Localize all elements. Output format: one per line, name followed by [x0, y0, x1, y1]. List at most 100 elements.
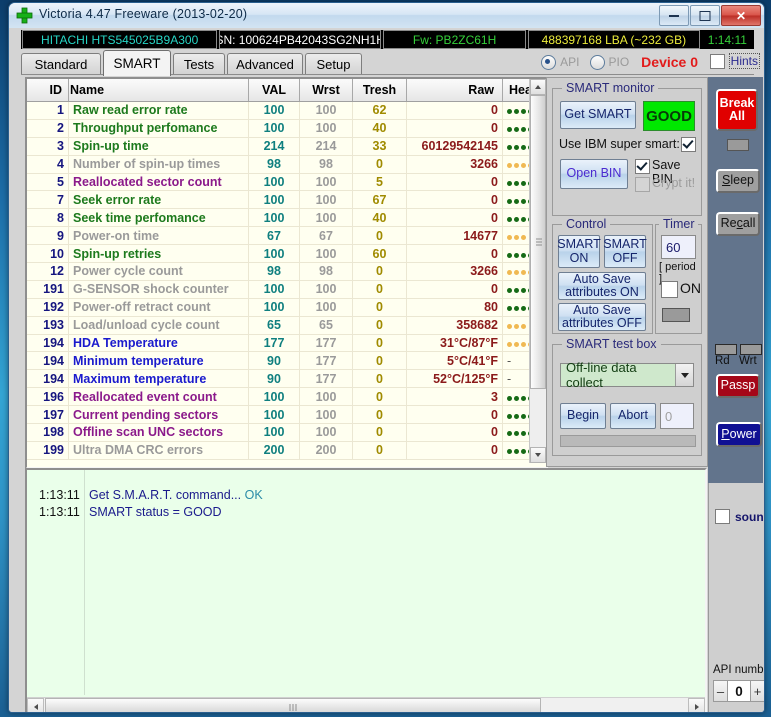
scroll-down-arrow-icon[interactable] [530, 447, 546, 463]
attribute-name: Number of spin-up times [68, 155, 249, 174]
table-row[interactable]: 2 Throughput perfomance 100 100 40 0 [27, 119, 566, 138]
table-row[interactable]: 198 Offline scan UNC sectors 100 100 0 0 [27, 423, 566, 442]
api-number-stepper[interactable]: – 0 + [713, 680, 764, 702]
test-type-select[interactable]: Off-line data collect [560, 360, 694, 390]
scrollbar-thumb[interactable] [530, 95, 546, 389]
smart-on-button[interactable]: SMART ON [557, 235, 601, 268]
attribute-worst: 98 [299, 262, 353, 281]
table-row[interactable]: 191 G-SENSOR shock counter 100 100 0 0 [27, 280, 566, 299]
attribute-name: Current pending sectors [68, 405, 249, 425]
attribute-id: 10 [27, 244, 69, 264]
timer-on-checkbox[interactable] [661, 281, 678, 298]
get-smart-button[interactable]: Get SMART [560, 101, 636, 129]
hints-label[interactable]: Hints [728, 53, 760, 69]
minimize-button[interactable] [659, 5, 689, 26]
health-dot-icon [521, 395, 526, 401]
table-row[interactable]: 3 Spin-up time 214 214 33 60129542145 [27, 137, 566, 156]
close-button[interactable]: ✕ [721, 5, 761, 26]
table-row[interactable]: 1 Raw read error rate 100 100 62 0 [27, 101, 566, 120]
api-number-decrement[interactable]: – [713, 680, 728, 702]
table-row[interactable]: 194 HDA Temperature 177 177 0 31°C/87°F [27, 334, 566, 353]
control-group-label: Control [562, 217, 611, 231]
table-row[interactable]: 197 Current pending sectors 100 100 0 0 [27, 405, 566, 425]
autosave-attributes-on-button[interactable]: Auto Save attributes ON [558, 272, 646, 300]
scroll-up-arrow-icon[interactable] [530, 79, 546, 95]
save-bin-checkbox[interactable] [635, 159, 650, 174]
log-panel[interactable]: 1:13:11 Get S.M.A.R.T. command... OK 1:1… [25, 468, 707, 712]
smart-monitor-group-label: SMART monitor [562, 81, 659, 95]
attribute-value: 100 [248, 387, 300, 407]
table-row[interactable]: 5 Reallocated sector count 100 100 5 0 [27, 173, 566, 192]
timer-indicator [662, 308, 690, 322]
attribute-id: 197 [27, 405, 69, 425]
table-row[interactable]: 12 Power cycle count 98 98 0 3266 [27, 262, 566, 281]
api-number-increment[interactable]: + [750, 680, 764, 702]
table-row[interactable]: 8 Seek time perfomance 100 100 40 0 [27, 208, 566, 228]
attribute-name: Power cycle count [68, 262, 249, 281]
tab-setup[interactable]: Setup [305, 53, 362, 75]
sound-checkbox[interactable] [715, 509, 730, 524]
attribute-id: 1 [27, 101, 69, 120]
tab-smart[interactable]: SMART [103, 50, 171, 76]
window-client-area: HITACHI HTS545025B9A300 SN: 100624PB4204… [9, 28, 764, 712]
attribute-worst: 177 [299, 369, 353, 389]
table-vertical-scrollbar[interactable] [529, 79, 546, 463]
health-dot-icon [521, 163, 526, 169]
column-header-raw[interactable]: Raw [406, 79, 503, 102]
maximize-button[interactable] [690, 5, 720, 26]
recall-button[interactable]: Recall [716, 212, 760, 236]
smart-off-button[interactable]: SMART OFF [603, 235, 647, 268]
abort-button[interactable]: Abort [610, 403, 656, 429]
begin-button[interactable]: Begin [560, 403, 606, 429]
column-header-tresh[interactable]: Tresh [352, 79, 407, 102]
attribute-worst: 100 [299, 101, 353, 120]
scroll-right-arrow-icon[interactable] [688, 698, 705, 712]
scroll-left-arrow-icon[interactable] [27, 698, 44, 712]
window-title-bar[interactable]: Victoria 4.47 Freeware (2013-02-20) ✕ [9, 3, 764, 29]
log-scrollbar-thumb[interactable] [45, 698, 541, 712]
attribute-id: 194 [27, 351, 69, 371]
hints-checkbox[interactable] [709, 53, 725, 69]
table-row[interactable]: 193 Load/unload cycle count 65 65 0 358682 [27, 316, 566, 335]
column-header-name[interactable]: Name [68, 79, 249, 102]
health-dot-icon [521, 181, 526, 186]
column-header-val[interactable]: VAL [248, 79, 300, 102]
timer-group-label: Timer [659, 217, 699, 231]
health-dot-icon [521, 342, 526, 348]
log-timestamp: 1:13:11 [39, 505, 80, 519]
tab-standard[interactable]: Standard [21, 53, 101, 75]
ibm-super-smart-checkbox[interactable] [681, 137, 696, 152]
attribute-id: 4 [27, 155, 69, 174]
autosave-attributes-off-button[interactable]: Auto Save attributes OFF [558, 303, 646, 331]
sleep-button[interactable]: Sleep [716, 169, 760, 193]
ibm-super-smart-label: Use IBM super smart: [559, 137, 680, 151]
tab-tests[interactable]: Tests [173, 53, 225, 75]
pio-radio[interactable] [589, 54, 605, 70]
main-tab-bar[interactable]: Standard SMART Tests Advanced Setup [21, 50, 541, 76]
column-header-wrst[interactable]: Wrst [299, 79, 353, 102]
table-row[interactable]: 196 Reallocated event count 100 100 0 3 [27, 387, 566, 407]
table-row[interactable]: 194 Minimum temperature 90 177 0 5°C/41°F - [27, 351, 566, 371]
api-radio[interactable] [541, 54, 557, 70]
chevron-down-icon[interactable] [675, 364, 693, 386]
log-horizontal-scrollbar[interactable] [27, 697, 705, 712]
tab-advanced[interactable]: Advanced [227, 53, 303, 75]
open-bin-button[interactable]: Open BIN [560, 159, 628, 189]
column-header-id[interactable]: ID [27, 79, 69, 102]
attribute-name: Reallocated sector count [68, 173, 249, 192]
table-row[interactable]: 7 Seek error rate 100 100 67 0 [27, 190, 566, 210]
table-row[interactable]: 9 Power-on time 67 67 0 14677 [27, 226, 566, 246]
attribute-worst: 100 [299, 173, 353, 192]
table-row[interactable]: 10 Spin-up retries 100 100 60 0 [27, 244, 566, 264]
attribute-id: 8 [27, 208, 69, 228]
timer-period-input[interactable]: 60 [661, 235, 696, 259]
table-row[interactable]: 194 Maximum temperature 90 177 0 52°C/125°F - [27, 369, 566, 389]
power-button[interactable]: Power [716, 422, 762, 447]
table-row[interactable]: 192 Power-off retract count 100 100 0 80 [27, 298, 566, 317]
table-row[interactable]: 4 Number of spin-up times 98 98 0 3266 [27, 155, 566, 174]
passport-button[interactable]: Passp [716, 374, 760, 398]
table-row[interactable]: 199 Ultra DMA CRC errors 200 200 0 0 [27, 441, 566, 460]
break-all-button[interactable]: Break All [716, 89, 758, 131]
drive-firmware: Fw: PB2ZC61H [383, 30, 527, 49]
attribute-value: 100 [248, 298, 300, 317]
